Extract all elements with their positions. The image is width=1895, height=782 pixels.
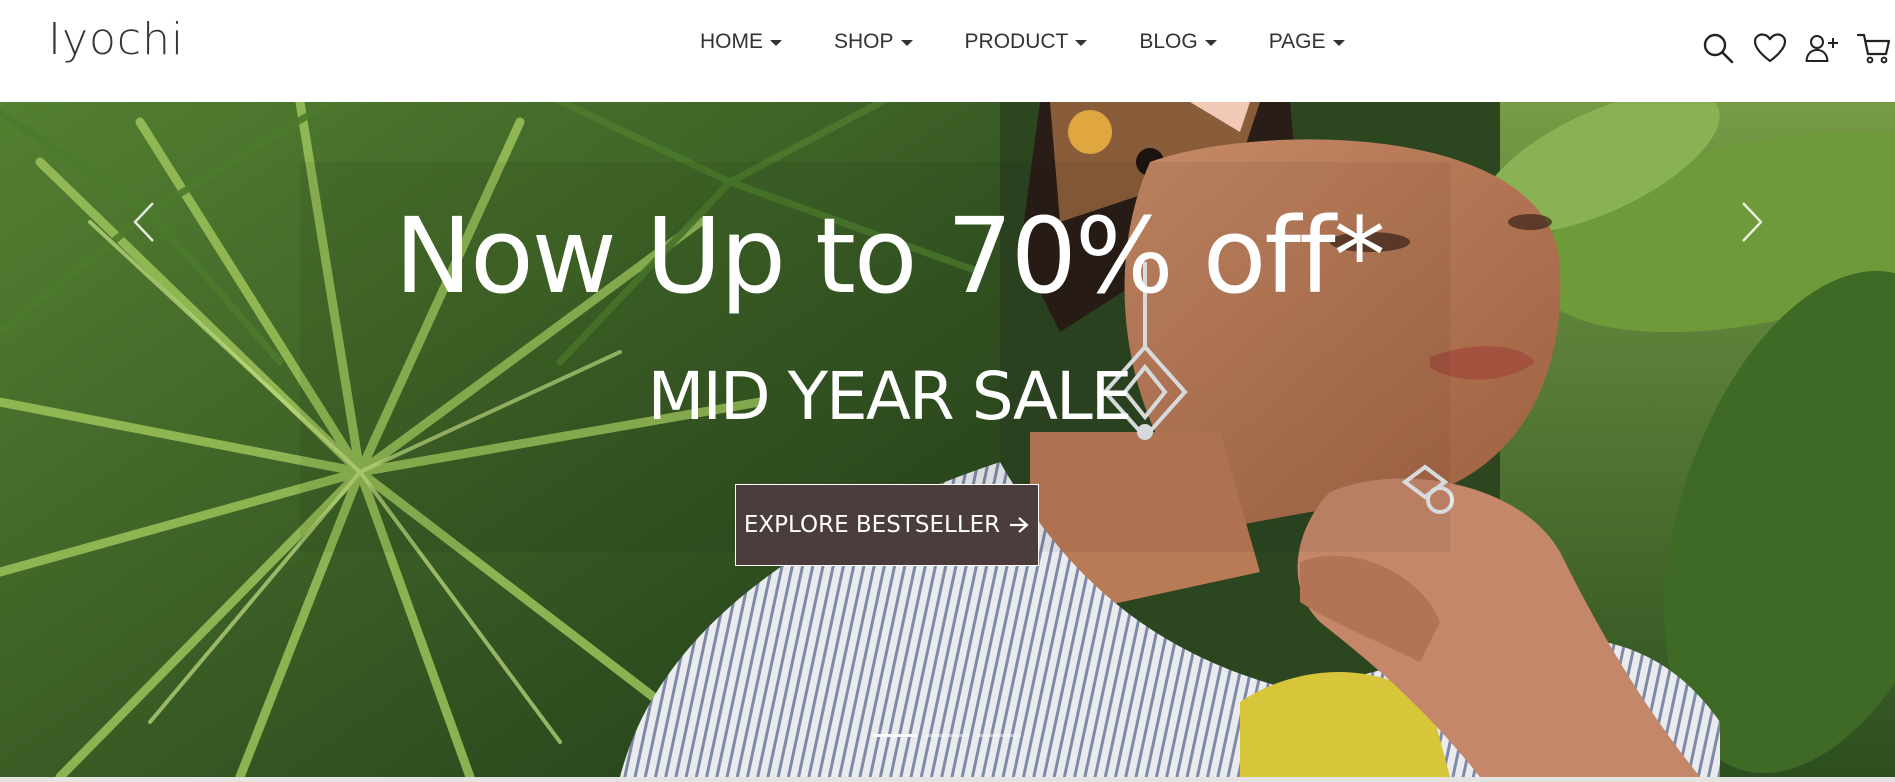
explore-bestseller-button[interactable]: EXPLORE BESTSELLER	[735, 484, 1039, 566]
nav-item-label: BLOG	[1139, 30, 1198, 53]
site-header: Iyochi HOME SHOP PRODUCT BLOG PAGE	[0, 0, 1895, 102]
nav-item-home[interactable]: HOME	[700, 30, 782, 54]
cta-label: EXPLORE BESTSELLER	[743, 512, 1001, 538]
user-plus-icon[interactable]	[1804, 30, 1840, 66]
page: Iyochi HOME SHOP PRODUCT BLOG PAGE Now U…	[0, 0, 1895, 782]
nav-item-page[interactable]: PAGE	[1269, 30, 1345, 54]
nav-item-label: HOME	[700, 30, 763, 53]
hero-banner: Now Up to 70% off* MID YEAR SALE EXPLORE…	[0, 102, 1895, 777]
caret-down-icon	[1204, 40, 1217, 46]
cart-icon[interactable]	[1856, 30, 1892, 66]
nav-item-blog[interactable]: BLOG	[1139, 30, 1217, 54]
header-actions	[1700, 30, 1895, 66]
main-nav: HOME SHOP PRODUCT BLOG PAGE	[700, 30, 1397, 54]
caret-down-icon	[1075, 40, 1088, 46]
search-icon[interactable]	[1700, 30, 1736, 66]
nav-item-product[interactable]: PRODUCT	[965, 30, 1088, 54]
caret-down-icon	[900, 40, 913, 46]
heart-icon[interactable]	[1752, 30, 1788, 66]
slider-dot[interactable]	[873, 734, 917, 737]
caret-down-icon	[1332, 40, 1345, 46]
arrow-right-icon	[1010, 517, 1029, 533]
slider-dot[interactable]	[977, 734, 1021, 737]
nav-item-label: SHOP	[834, 30, 894, 53]
hero-subtitle: MID YEAR SALE	[647, 358, 1133, 435]
nav-item-shop[interactable]: SHOP	[834, 30, 913, 54]
site-logo[interactable]: Iyochi	[48, 14, 184, 65]
section-divider	[0, 777, 1895, 782]
hero-title: Now Up to 70% off*	[394, 195, 1385, 317]
caret-down-icon	[770, 40, 782, 46]
slider-dot[interactable]	[925, 734, 969, 737]
nav-item-label: PRODUCT	[964, 30, 1069, 53]
nav-item-label: PAGE	[1268, 30, 1326, 53]
slider-pagination	[873, 734, 1029, 737]
